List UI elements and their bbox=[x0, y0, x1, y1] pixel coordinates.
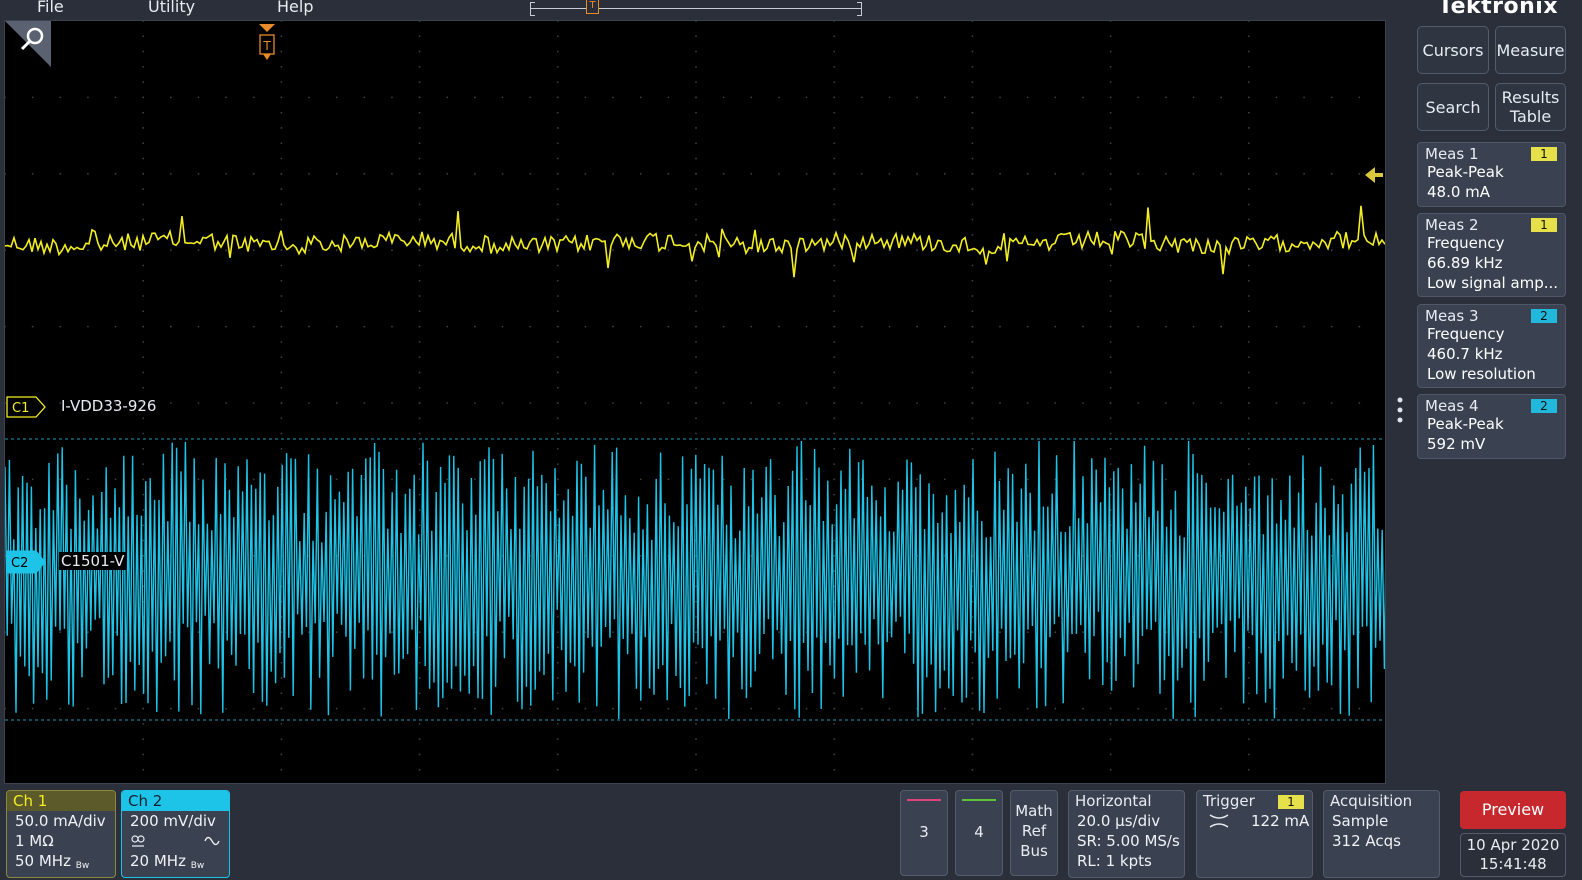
menu-file[interactable]: File bbox=[37, 0, 64, 16]
source-badge: 2 bbox=[1531, 399, 1557, 413]
search-button[interactable]: Search bbox=[1417, 83, 1489, 131]
meas-type: Frequency bbox=[1427, 234, 1505, 252]
acquisition-mode: Sample bbox=[1332, 812, 1389, 830]
ch3-color-bar bbox=[907, 799, 941, 801]
ref-label: Ref bbox=[1021, 822, 1047, 840]
preview-button[interactable]: Preview bbox=[1460, 791, 1566, 829]
waveform-plot bbox=[5, 21, 1385, 771]
sample-rate: SR: 5.00 MS/s bbox=[1077, 832, 1180, 850]
ch2-scale: 200 mV/div bbox=[130, 812, 216, 830]
meas-1-badge[interactable]: Meas 1 1 Peak-Peak 48.0 mA bbox=[1417, 142, 1566, 207]
meas-value: 460.7 kHz bbox=[1427, 345, 1503, 363]
meas-3-badge[interactable]: Meas 3 2 Frequency 460.7 kHz Low resolut… bbox=[1417, 304, 1566, 388]
record-timeline[interactable]: T bbox=[530, 0, 862, 16]
time: 15:41:48 bbox=[1479, 855, 1547, 873]
meas-4-badge[interactable]: Meas 4 2 Peak-Peak 592 mV bbox=[1417, 394, 1566, 459]
meas-2-badge[interactable]: Meas 2 1 Frequency 66.89 kHz Low signal … bbox=[1417, 213, 1566, 297]
svg-text:C1: C1 bbox=[12, 401, 29, 416]
ch2-label: C1501-V bbox=[59, 552, 127, 570]
zoom-magnifier-icon[interactable] bbox=[5, 21, 51, 67]
ch2-offset-tag[interactable]: C2 bbox=[6, 550, 46, 574]
source-badge: 2 bbox=[1531, 309, 1557, 323]
ch1-bandwidth: 50 MHz bbox=[15, 852, 71, 870]
ch2-badge[interactable]: Ch 2 200 mV/div 20 MHz Bw bbox=[121, 790, 230, 878]
ch2-bandwidth: 20 MHz bbox=[130, 852, 186, 870]
acquisition-count: 312 Acqs bbox=[1332, 832, 1401, 850]
ch1-impedance: 1 MΩ bbox=[15, 832, 54, 850]
horizontal-scale: 20.0 µs/div bbox=[1077, 812, 1161, 830]
timeline-trigger-marker[interactable]: T bbox=[586, 0, 599, 14]
horizontal-title: Horizontal bbox=[1075, 792, 1152, 810]
meas-value: 592 mV bbox=[1427, 435, 1486, 453]
ch2-coupling-row bbox=[122, 831, 229, 851]
cursors-button[interactable]: Cursors bbox=[1417, 26, 1489, 74]
trigger-level: 122 mA bbox=[1251, 812, 1310, 830]
bandwidth-limit-icon: Bw bbox=[75, 861, 90, 871]
menu-utility[interactable]: Utility bbox=[148, 0, 195, 16]
meas-value: 48.0 mA bbox=[1427, 183, 1491, 201]
source-badge: 1 bbox=[1531, 147, 1557, 161]
svg-text:C2: C2 bbox=[11, 556, 28, 571]
results-table-label-1: Results bbox=[1501, 88, 1560, 107]
acquisition-title: Acquisition bbox=[1330, 792, 1413, 810]
ch1-waveform bbox=[5, 205, 1385, 278]
ch1-badge[interactable]: Ch 1 50.0 mA/div 1 MΩ 50 MHz Bw bbox=[6, 790, 116, 878]
tektronix-logo: Tektronix bbox=[1438, 0, 1559, 19]
trigger-badge[interactable]: Trigger 1 122 mA bbox=[1196, 790, 1313, 878]
ch3-slot-button[interactable]: 3 bbox=[900, 790, 948, 876]
meas-type: Frequency bbox=[1427, 325, 1505, 343]
results-table-button[interactable]: Results Table bbox=[1495, 83, 1566, 131]
meas-type: Peak-Peak bbox=[1427, 415, 1504, 433]
graticule bbox=[5, 21, 1361, 771]
probe-icon bbox=[131, 835, 145, 847]
acquisition-badge[interactable]: Acquisition Sample 312 Acqs bbox=[1323, 790, 1440, 878]
ch1-label: I-VDD33-926 bbox=[61, 397, 157, 415]
trigger-level-arrow-icon[interactable] bbox=[1363, 165, 1385, 185]
trigger-edge-either-icon bbox=[1209, 814, 1229, 828]
menu-bar: File Utility Help T bbox=[0, 0, 1410, 20]
record-length: RL: 1 kpts bbox=[1077, 852, 1152, 870]
waveform-display[interactable] bbox=[4, 20, 1386, 784]
horizontal-badge[interactable]: Horizontal 20.0 µs/div SR: 5.00 MS/s RL:… bbox=[1068, 790, 1185, 878]
ch1-scale: 50.0 mA/div bbox=[15, 812, 106, 830]
ch4-color-bar bbox=[962, 799, 996, 801]
svg-text:T: T bbox=[262, 39, 271, 53]
more-options-icon[interactable] bbox=[1395, 396, 1405, 426]
ch2-title: Ch 2 bbox=[122, 791, 229, 811]
bus-label: Bus bbox=[1020, 842, 1048, 860]
ch1-bandwidth-row: 50 MHz Bw bbox=[7, 851, 115, 871]
meas-warning: Low signal amp... bbox=[1427, 274, 1559, 292]
meas-value: 66.89 kHz bbox=[1427, 254, 1503, 272]
ch1-offset-tag[interactable]: C1 bbox=[6, 396, 46, 418]
trigger-source-badge: 1 bbox=[1278, 795, 1304, 809]
source-badge: 1 bbox=[1531, 218, 1557, 232]
ch2-bandwidth-row: 20 MHz Bw bbox=[122, 851, 229, 871]
ac-coupling-icon bbox=[204, 836, 220, 846]
ch1-title: Ch 1 bbox=[7, 791, 115, 811]
math-ref-bus-button[interactable]: Math Ref Bus bbox=[1010, 790, 1058, 876]
math-label: Math bbox=[1015, 802, 1053, 820]
trigger-position-marker-icon[interactable]: T bbox=[256, 24, 278, 62]
bandwidth-limit-icon: Bw bbox=[190, 861, 205, 871]
meas-warning: Low resolution bbox=[1427, 365, 1536, 383]
meas-type: Peak-Peak bbox=[1427, 163, 1504, 181]
measure-button[interactable]: Measure bbox=[1495, 26, 1566, 74]
ch4-number: 4 bbox=[974, 823, 984, 841]
ch4-slot-button[interactable]: 4 bbox=[955, 790, 1003, 876]
results-table-label-2: Table bbox=[1509, 107, 1552, 126]
ch3-number: 3 bbox=[919, 823, 929, 841]
date-time-badge[interactable]: 10 Apr 2020 15:41:48 bbox=[1460, 833, 1566, 877]
date: 10 Apr 2020 bbox=[1466, 836, 1560, 854]
menu-help[interactable]: Help bbox=[277, 0, 313, 16]
trigger-level-row: 122 mA bbox=[1203, 811, 1312, 831]
